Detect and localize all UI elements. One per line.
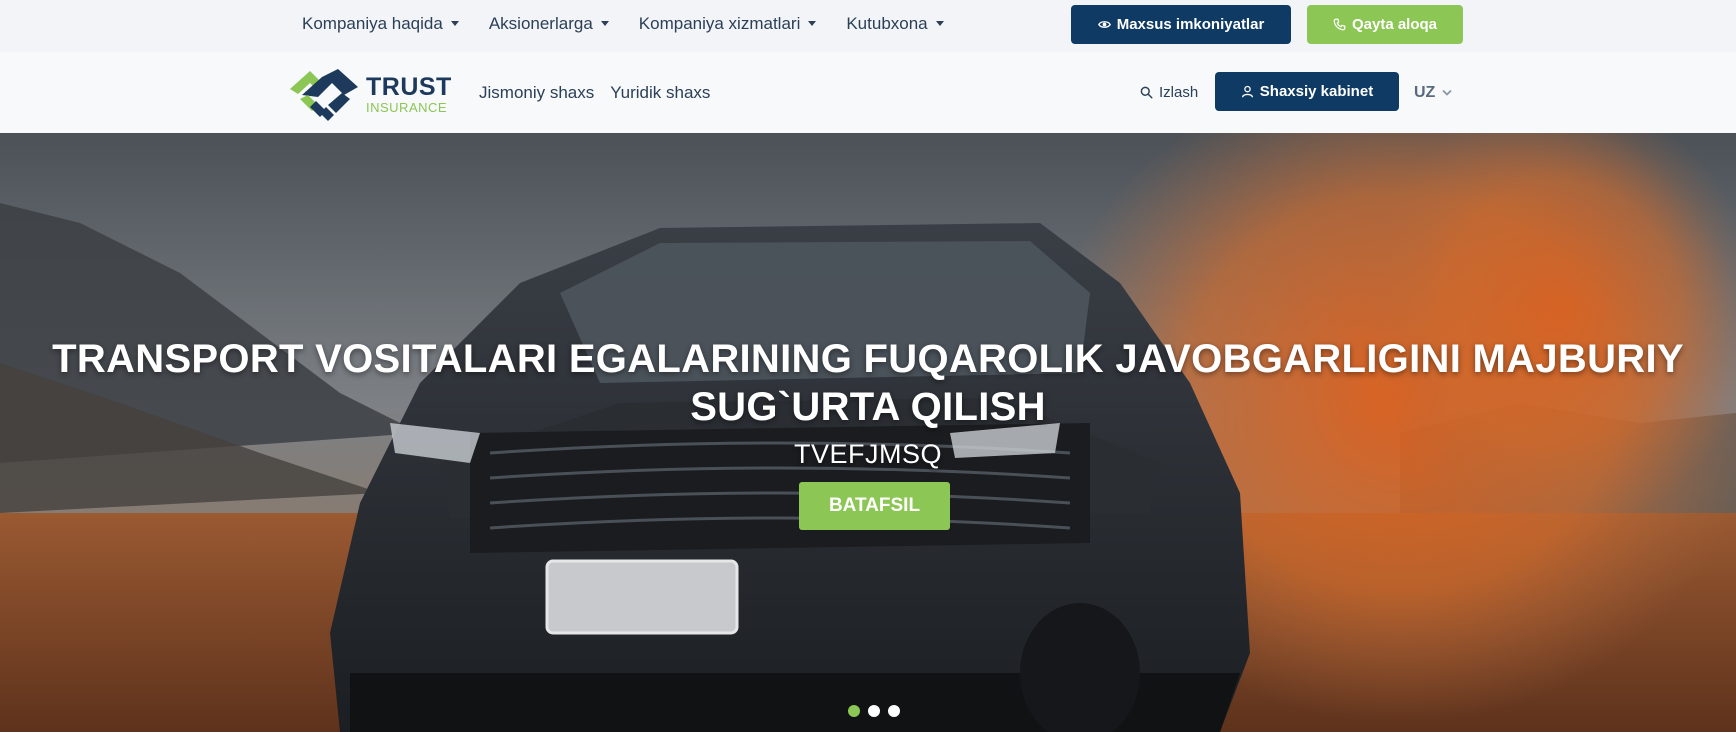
topnav-item-label: Aksionerlarga — [488, 14, 593, 33]
language-selector[interactable]: UZ — [1414, 52, 1452, 133]
logo[interactable]: TRUST INSURANCE — [288, 64, 460, 124]
special-features-button[interactable]: Maxsus imkoniyatlar — [1071, 5, 1291, 44]
caret-down-icon — [450, 20, 459, 26]
nav-item-individuals[interactable]: Jismoniy shaxs — [479, 83, 594, 103]
slider-dot-2[interactable] — [868, 705, 880, 717]
chevron-down-icon — [1442, 89, 1452, 96]
slider-dot-1[interactable] — [848, 705, 860, 717]
logo-insurance-text: INSURANCE — [366, 99, 448, 115]
topnav-item-about[interactable]: Kompaniya haqida — [302, 14, 459, 34]
personal-cabinet-label: Shaxsiy kabinet — [1259, 83, 1374, 100]
logo-trust-text: TRUST — [366, 72, 452, 101]
main-nav: Jismoniy shaxs Yuridik shaxs — [479, 52, 726, 133]
top-nav: Kompaniya haqida Aksionerlarga Kompaniya… — [302, 0, 974, 48]
more-details-button[interactable]: BATAFSIL — [799, 482, 950, 530]
slider-dot-3[interactable] — [888, 705, 900, 717]
search-icon — [1140, 86, 1153, 99]
hero-title: TRANSPORT VOSITALARI EGALARINING FUQAROL… — [0, 335, 1736, 431]
language-label: UZ — [1414, 83, 1436, 101]
hero-slider: TRANSPORT VOSITALARI EGALARINING FUQAROL… — [0, 133, 1736, 732]
hero-background-image — [0, 133, 1736, 732]
search-button[interactable]: Izlash — [1140, 52, 1198, 133]
eye-icon — [1097, 18, 1111, 31]
search-label: Izlash — [1159, 84, 1199, 101]
topnav-item-label: Kompaniya haqida — [302, 14, 443, 33]
callback-label: Qayta aloqa — [1351, 16, 1438, 33]
top-bar: Kompaniya haqida Aksionerlarga Kompaniya… — [0, 0, 1736, 52]
hero-subtitle: TVEFJMSQ — [793, 439, 942, 469]
user-icon — [1241, 85, 1254, 98]
caret-down-icon — [935, 20, 944, 26]
slider-dots — [848, 705, 900, 717]
logo-mark-icon — [290, 69, 358, 121]
main-header: TRUST INSURANCE Jismoniy shaxs Yuridik s… — [0, 52, 1736, 133]
hero-title-line-1: TRANSPORT VOSITALARI EGALARINING FUQAROL… — [52, 337, 1684, 381]
personal-cabinet-button[interactable]: Shaxsiy kabinet — [1215, 72, 1399, 111]
topnav-item-library[interactable]: Kutubxona — [846, 14, 944, 34]
caret-down-icon — [808, 20, 817, 26]
nav-item-legal-entities[interactable]: Yuridik shaxs — [610, 83, 710, 103]
callback-button[interactable]: Qayta aloqa — [1307, 5, 1463, 44]
special-features-label: Maxsus imkoniyatlar — [1116, 16, 1265, 33]
topnav-item-shareholders[interactable]: Aksionerlarga — [489, 14, 609, 34]
topnav-item-label: Kompaniya xizmatlari — [638, 14, 801, 33]
hero-title-line-2: SUG`URTA QILISH — [690, 385, 1046, 429]
caret-down-icon — [600, 20, 609, 26]
topnav-item-label: Kutubxona — [846, 14, 928, 33]
topnav-item-services[interactable]: Kompaniya xizmatlari — [639, 14, 817, 34]
phone-icon — [1333, 18, 1346, 31]
